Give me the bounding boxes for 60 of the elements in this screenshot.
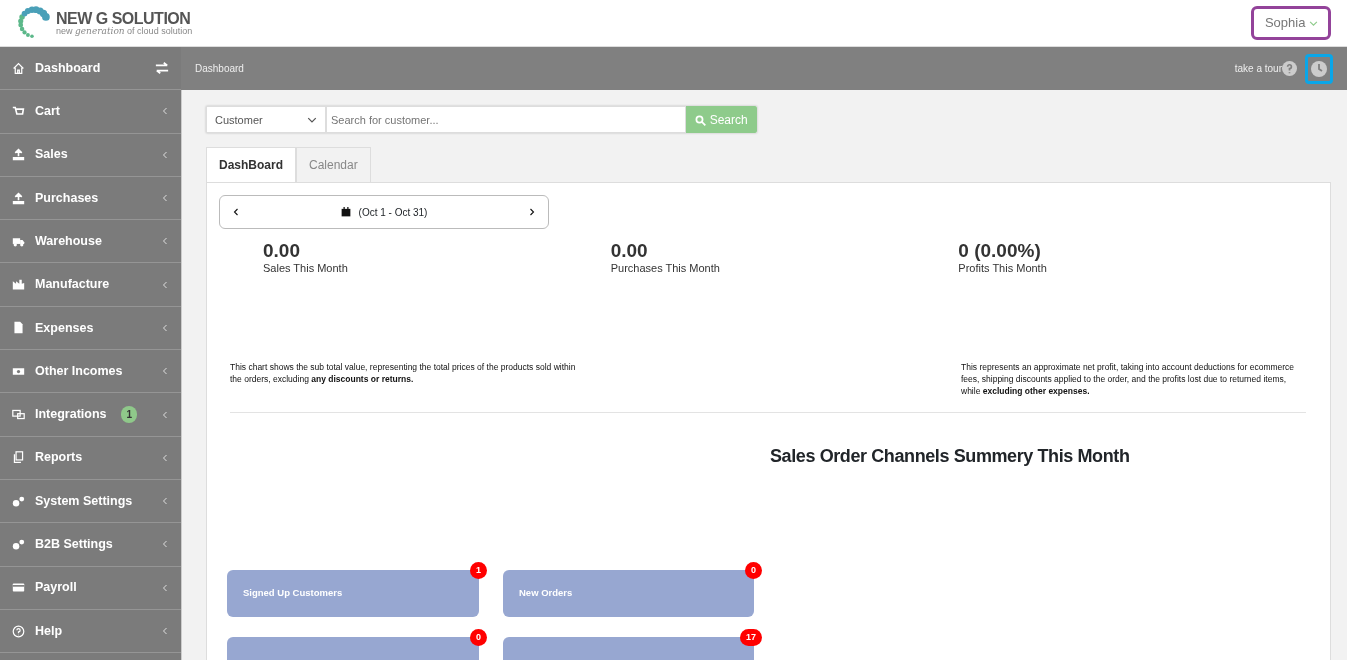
chevron-left-icon — [161, 366, 169, 377]
logo-tagline: new generation of cloud solution — [56, 26, 193, 36]
search-field[interactable]: Search for customer... — [326, 106, 686, 134]
count-badge: 1 — [121, 406, 137, 423]
chevron-left-icon[interactable] — [232, 207, 240, 218]
tab[interactable]: DashBoard — [206, 147, 296, 183]
date-range-picker[interactable]: (Oct 1 - Oct 31) — [219, 195, 549, 230]
search-icon — [695, 115, 707, 127]
count-badge: 17 — [740, 628, 762, 646]
calendar-icon — [340, 207, 351, 218]
user-menu[interactable]: Sophia — [1251, 6, 1331, 40]
chevron-left-icon — [161, 106, 169, 117]
chevron-left-icon — [161, 409, 169, 420]
chevron-right-icon[interactable] — [528, 207, 536, 218]
upload-icon — [12, 148, 25, 162]
chevron-left-icon — [161, 193, 169, 204]
help-icon[interactable] — [1282, 61, 1297, 77]
tile-label: New Orders — [519, 586, 573, 601]
stat-value: 0.00 — [610, 241, 649, 261]
chevron-left-icon — [161, 582, 169, 593]
chevron-left-icon — [161, 236, 169, 247]
info-note: This represents an approximate net profit, taking into account deductions for ecommerce fees, shipping discounts applied to the order, and the profits lost due to returned items, while excluding other expenses. — [961, 360, 1296, 398]
chevron-left-icon — [161, 496, 169, 507]
tile-label: Signed Up Customers — [243, 586, 343, 601]
date-range-label: (Oct 1 - Oct 31) — [358, 205, 428, 220]
breadcrumb-text: Dashboard — [195, 62, 245, 77]
clock-icon — [1311, 60, 1327, 77]
stat-value: 0.00 — [263, 241, 301, 261]
stat-label: Purchases This Month — [610, 261, 721, 277]
swap-icon — [155, 61, 169, 76]
logo-icon — [16, 5, 52, 41]
select-value: Customer — [215, 112, 263, 128]
info-note: This chart shows the sub total value, representing the total prices of the products sold within the orders, excluding any discounts or returns. — [230, 360, 577, 387]
stat-label: Sales This Month — [263, 261, 349, 277]
screens-icon — [12, 408, 25, 421]
chevron-left-icon — [161, 322, 169, 333]
tab[interactable]: Calendar — [296, 147, 371, 183]
document-icon — [12, 321, 25, 335]
help-icon — [12, 624, 25, 638]
stat-value: 0 (0.00%) — [958, 241, 1042, 261]
clock-button[interactable] — [1305, 53, 1333, 84]
chevron-left-icon — [161, 452, 169, 463]
logo-title: NEW G SOLUTION — [56, 10, 192, 27]
cart-icon — [12, 104, 25, 118]
factory-icon — [12, 278, 25, 292]
upload-icon — [12, 191, 25, 205]
home-icon — [12, 61, 25, 75]
caret-icon — [1309, 19, 1318, 29]
scope-select[interactable]: Customer — [206, 106, 326, 134]
count-badge: 1 — [470, 561, 487, 579]
count-badge: 0 — [745, 561, 762, 579]
chevron-left-icon — [161, 149, 169, 160]
chevron-left-icon — [161, 539, 169, 550]
tour-link[interactable]: take a tour — [1234, 61, 1282, 77]
stat-label: Profits This Month — [958, 261, 1048, 277]
chevron-left-icon — [161, 279, 169, 290]
section-title: Sales Order Channels Summery This Month — [770, 444, 1131, 468]
copy-icon — [12, 451, 25, 465]
chevron-left-icon — [161, 626, 169, 636]
count-badge: 0 — [470, 628, 487, 646]
